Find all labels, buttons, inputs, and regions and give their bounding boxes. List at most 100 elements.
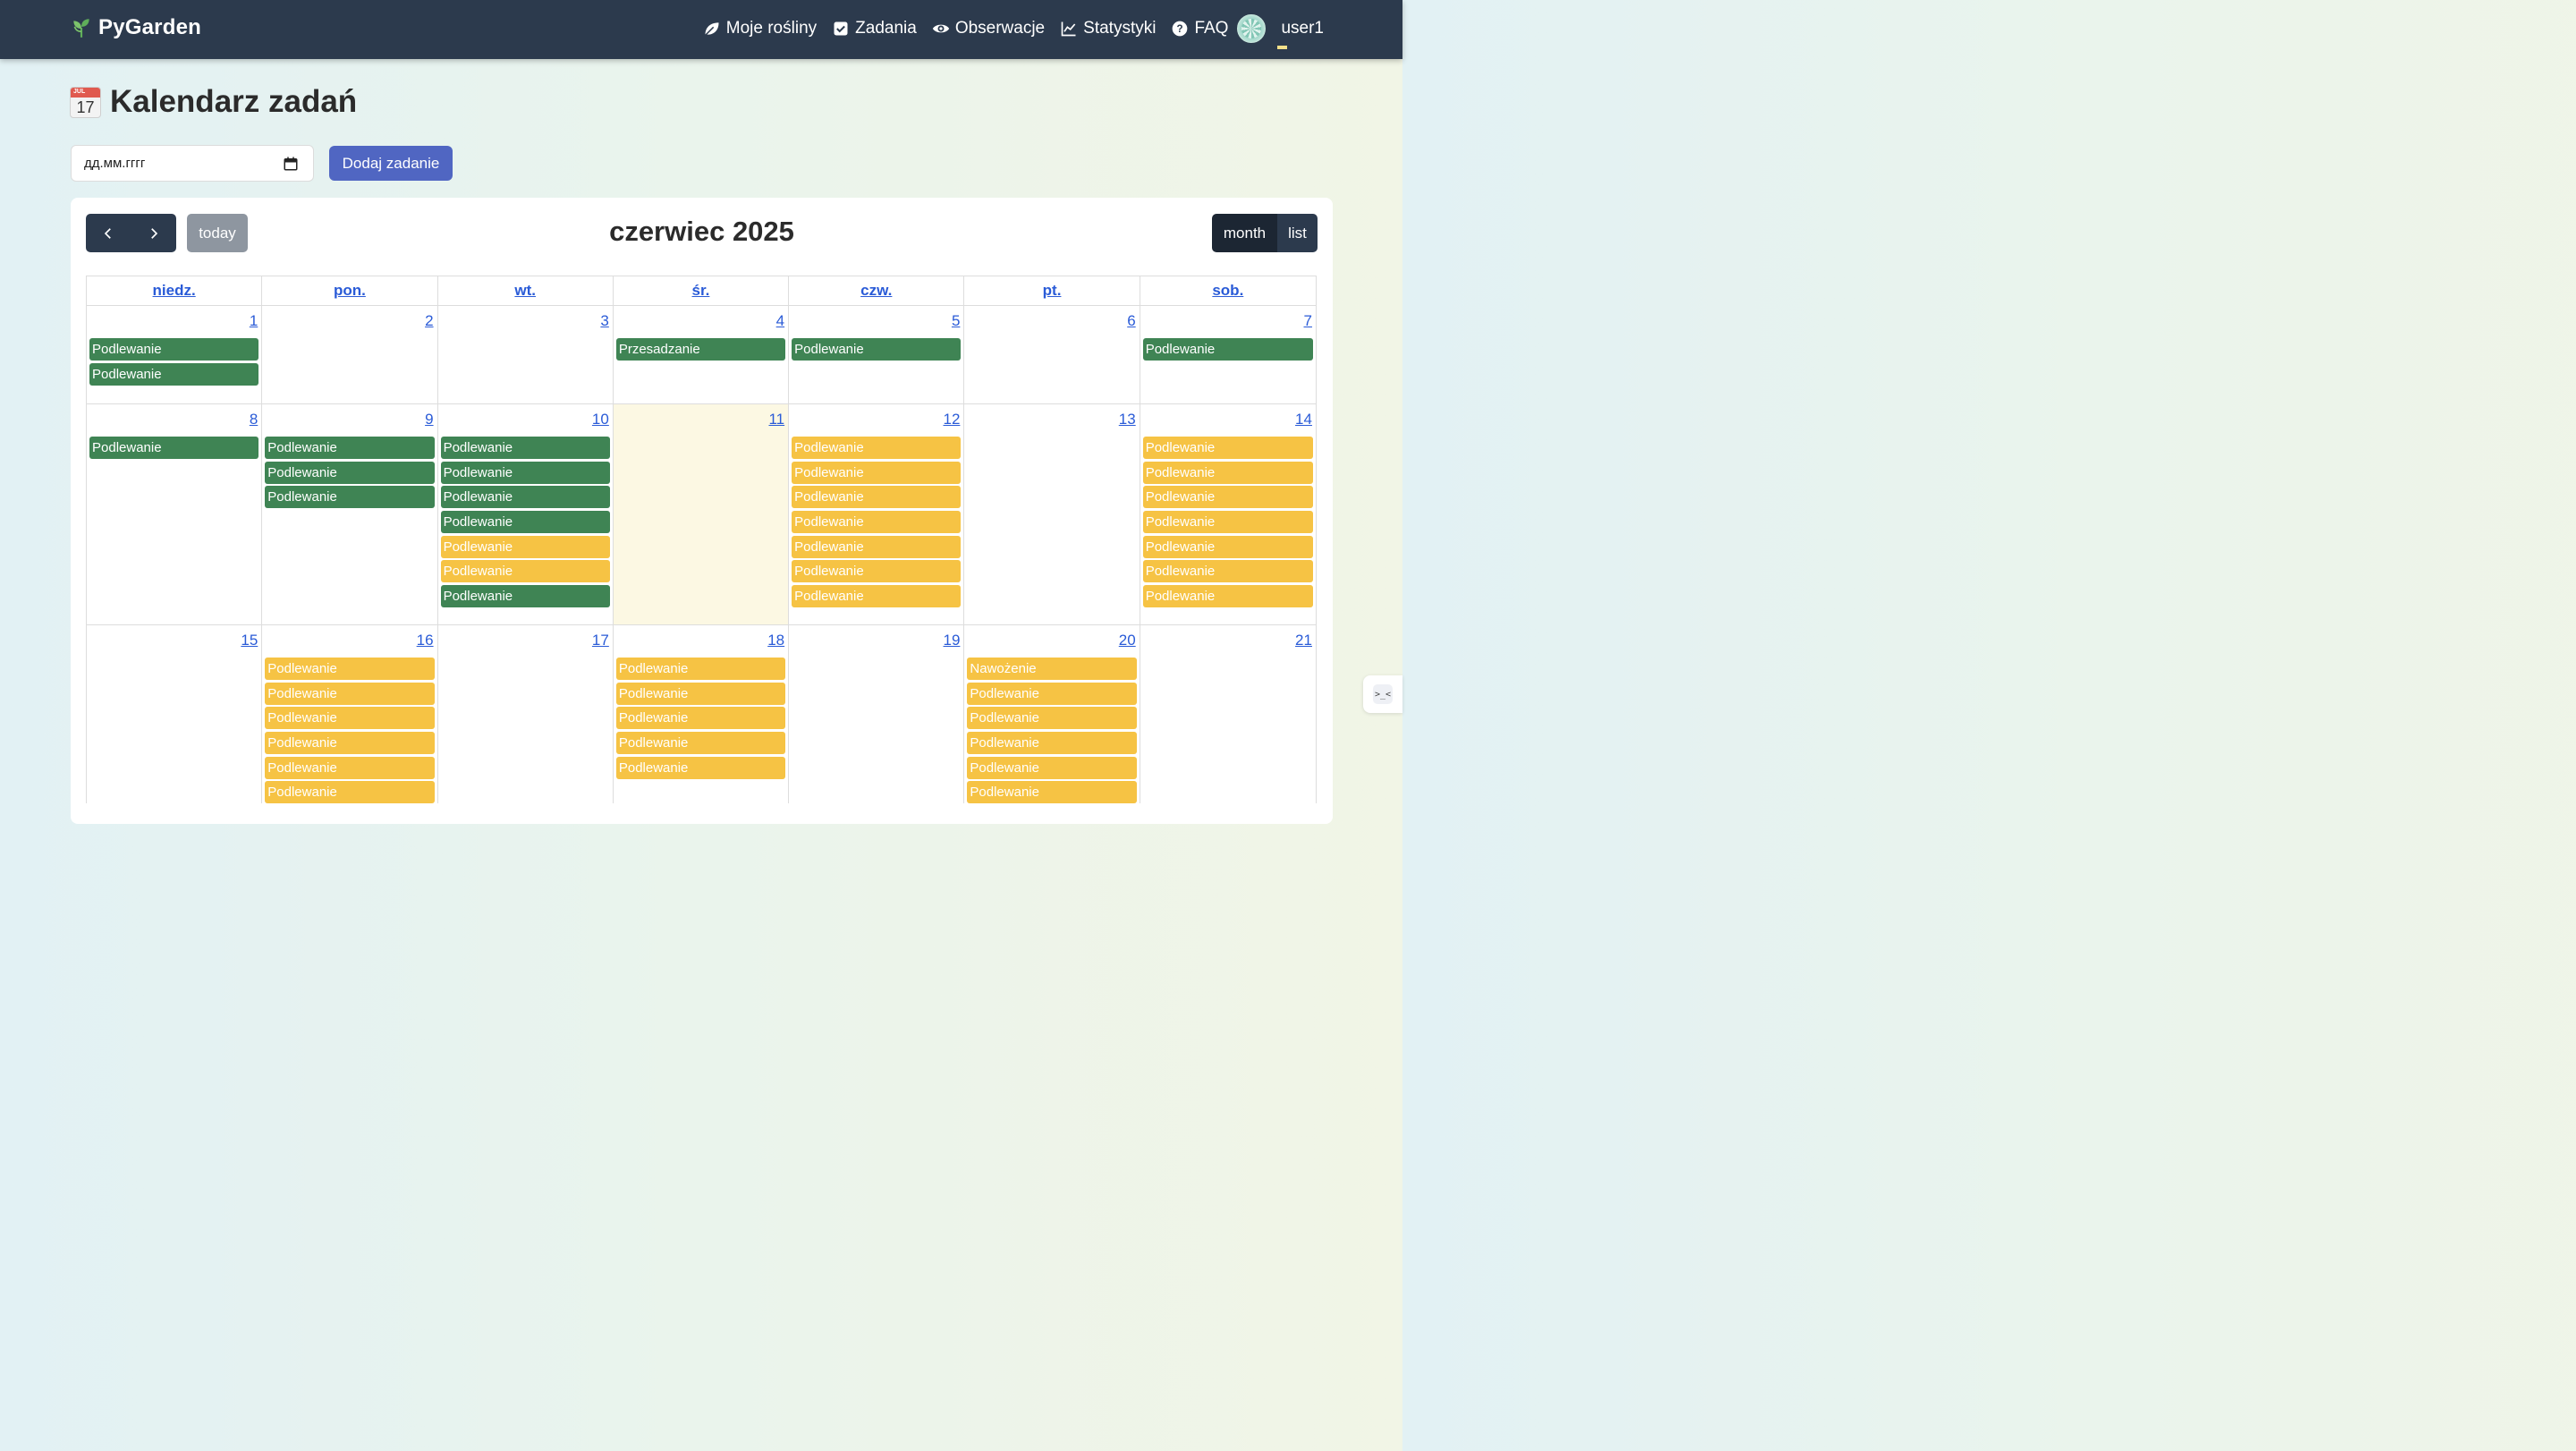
day-of-week-label[interactable]: wt. <box>438 276 614 305</box>
avatar[interactable] <box>1237 14 1267 43</box>
nav-item-tasks[interactable]: Zadania <box>832 19 917 38</box>
calendar-event[interactable]: Podlewanie <box>1142 338 1313 361</box>
day-cell[interactable]: 16 Podlewanie Podlewanie Podlewanie Podlewan… <box>262 625 438 804</box>
day-cell[interactable]: 6 <box>964 306 1140 403</box>
day-number-link[interactable]: 12 <box>943 411 960 429</box>
calendar-event[interactable]: Podlewanie <box>1142 437 1313 459</box>
calendar-event[interactable]: Przesadzanie <box>615 338 786 361</box>
calendar-event[interactable]: Podlewanie <box>615 707 786 730</box>
day-number-link[interactable]: 9 <box>425 411 433 429</box>
day-number-link[interactable]: 2 <box>425 312 433 330</box>
calendar-event[interactable]: Podlewanie <box>792 437 962 459</box>
day-cell[interactable]: 13 <box>964 404 1140 624</box>
user-menu[interactable]: user1 <box>1277 19 1324 49</box>
calendar-event[interactable]: Podlewanie <box>967 682 1137 705</box>
calendar-event[interactable]: Podlewanie <box>615 658 786 680</box>
day-number-link[interactable]: 17 <box>592 632 609 649</box>
calendar-event[interactable]: Podlewanie <box>89 437 259 459</box>
day-of-week-label[interactable]: sob. <box>1140 276 1316 305</box>
day-number-link[interactable]: 13 <box>1119 411 1136 429</box>
calendar-event[interactable]: Podlewanie <box>615 682 786 705</box>
calendar-event[interactable]: Podlewanie <box>265 486 435 509</box>
calendar-event[interactable]: Podlewanie <box>440 535 610 558</box>
day-cell[interactable]: 20 Nawożenie Podlewanie Podlewanie Podlewani… <box>964 625 1140 804</box>
day-number-link[interactable]: 8 <box>250 411 258 429</box>
day-number-link[interactable]: 3 <box>600 312 608 330</box>
assistant-widget[interactable]: >_< <box>1363 675 1402 713</box>
day-cell[interactable]: 4 Przesadzanie <box>614 306 790 403</box>
day-cell[interactable]: 14 Podlewanie Podlewanie Podlewanie Podlewan… <box>1140 404 1316 624</box>
calendar-event[interactable]: Podlewanie <box>265 461 435 484</box>
calendar-event[interactable]: Podlewanie <box>265 437 435 459</box>
calendar-event[interactable]: Podlewanie <box>265 732 435 755</box>
calendar-event[interactable]: Podlewanie <box>440 461 610 484</box>
calendar-event[interactable]: Podlewanie <box>967 781 1137 804</box>
day-number-link[interactable]: 6 <box>1127 312 1135 330</box>
day-cell[interactable]: 7 Podlewanie <box>1140 306 1316 403</box>
day-cell[interactable]: 12 Podlewanie Podlewanie Podlewanie Podlewan… <box>789 404 965 624</box>
day-cell[interactable]: 17 <box>438 625 614 803</box>
calendar-event[interactable]: Podlewanie <box>440 585 610 608</box>
calendar-event[interactable]: Podlewanie <box>792 461 962 484</box>
calendar-event[interactable]: Podlewanie <box>967 732 1137 755</box>
day-cell[interactable]: 19 <box>789 625 965 803</box>
day-cell-today[interactable]: 11 <box>613 404 790 624</box>
day-cell[interactable]: 5 Podlewanie <box>789 306 965 403</box>
day-number-link[interactable]: 5 <box>952 312 960 330</box>
calendar-event[interactable]: Podlewanie <box>967 756 1137 779</box>
calendar-event[interactable]: Podlewanie <box>792 535 962 558</box>
day-number-link[interactable]: 20 <box>1119 632 1136 649</box>
day-cell[interactable]: 1 Podlewanie Podlewanie <box>87 306 263 403</box>
day-number-link[interactable]: 19 <box>943 632 960 649</box>
calendar-event[interactable]: Podlewanie <box>792 560 962 583</box>
day-of-week-label[interactable]: czw. <box>789 276 965 305</box>
calendar-event[interactable]: Podlewanie <box>1142 486 1313 509</box>
day-number-link[interactable]: 16 <box>417 632 434 649</box>
month-view-button[interactable]: month <box>1212 214 1277 252</box>
calendar-event[interactable]: Podlewanie <box>265 707 435 730</box>
day-number-link[interactable]: 4 <box>776 312 784 330</box>
calendar-event[interactable]: Podlewanie <box>615 756 786 779</box>
day-number-link[interactable]: 18 <box>767 632 784 649</box>
calendar-event[interactable]: Nawożenie <box>967 658 1137 680</box>
calendar-event[interactable]: Podlewanie <box>792 585 962 608</box>
day-cell[interactable]: 18 Podlewanie Podlewanie Podlewanie Podlewan… <box>614 625 790 803</box>
day-cell[interactable]: 3 <box>438 306 614 403</box>
nav-item-statistics[interactable]: Statystyki <box>1060 19 1156 38</box>
calendar-event[interactable]: Podlewanie <box>792 486 962 509</box>
calendar-event[interactable]: Podlewanie <box>440 511 610 534</box>
calendar-event[interactable]: Podlewanie <box>792 338 962 361</box>
calendar-event[interactable]: Podlewanie <box>1142 461 1313 484</box>
day-number-link[interactable]: 15 <box>241 632 258 649</box>
day-of-week-label[interactable]: niedz. <box>87 276 263 305</box>
calendar-event[interactable]: Podlewanie <box>1142 511 1313 534</box>
day-cell[interactable]: 10 Podlewanie Podlewanie Podlewanie Podlewan… <box>438 404 614 624</box>
add-task-button[interactable]: Dodaj zadanie <box>329 146 453 181</box>
day-cell[interactable]: 9 Podlewanie Podlewanie Podlewanie <box>262 404 438 624</box>
date-field[interactable]: дд.мм.гггг <box>71 145 314 182</box>
calendar-event[interactable]: Podlewanie <box>1142 535 1313 558</box>
calendar-event[interactable]: Podlewanie <box>265 658 435 680</box>
day-number-link[interactable]: 21 <box>1295 632 1312 649</box>
day-cell[interactable]: 8 Podlewanie <box>87 404 263 624</box>
calendar-event[interactable]: Podlewanie <box>265 781 435 804</box>
day-of-week-label[interactable]: pon. <box>262 276 438 305</box>
nav-item-observations[interactable]: Obserwacje <box>932 19 1045 38</box>
calendar-event[interactable]: Podlewanie <box>1142 560 1313 583</box>
day-number-link[interactable]: 7 <box>1304 312 1312 330</box>
calendar-event[interactable]: Podlewanie <box>89 362 259 386</box>
day-of-week-label[interactable]: śr. <box>614 276 790 305</box>
calendar-picker-icon[interactable] <box>283 156 299 172</box>
day-number-link[interactable]: 1 <box>250 312 258 330</box>
day-of-week-label[interactable]: pt. <box>964 276 1140 305</box>
nav-item-plants[interactable]: Moje rośliny <box>703 19 817 38</box>
calendar-event[interactable]: Podlewanie <box>1142 585 1313 608</box>
day-number-link[interactable]: 14 <box>1295 411 1312 429</box>
nav-item-faq[interactable]: ? FAQ <box>1171 19 1228 38</box>
calendar-event[interactable]: Podlewanie <box>440 560 610 583</box>
calendar-event[interactable]: Podlewanie <box>615 732 786 755</box>
calendar-event[interactable]: Podlewanie <box>89 338 259 361</box>
day-number-link[interactable]: 11 <box>768 411 784 429</box>
calendar-event[interactable]: Podlewanie <box>265 682 435 705</box>
day-cell[interactable]: 21 <box>1140 625 1316 803</box>
